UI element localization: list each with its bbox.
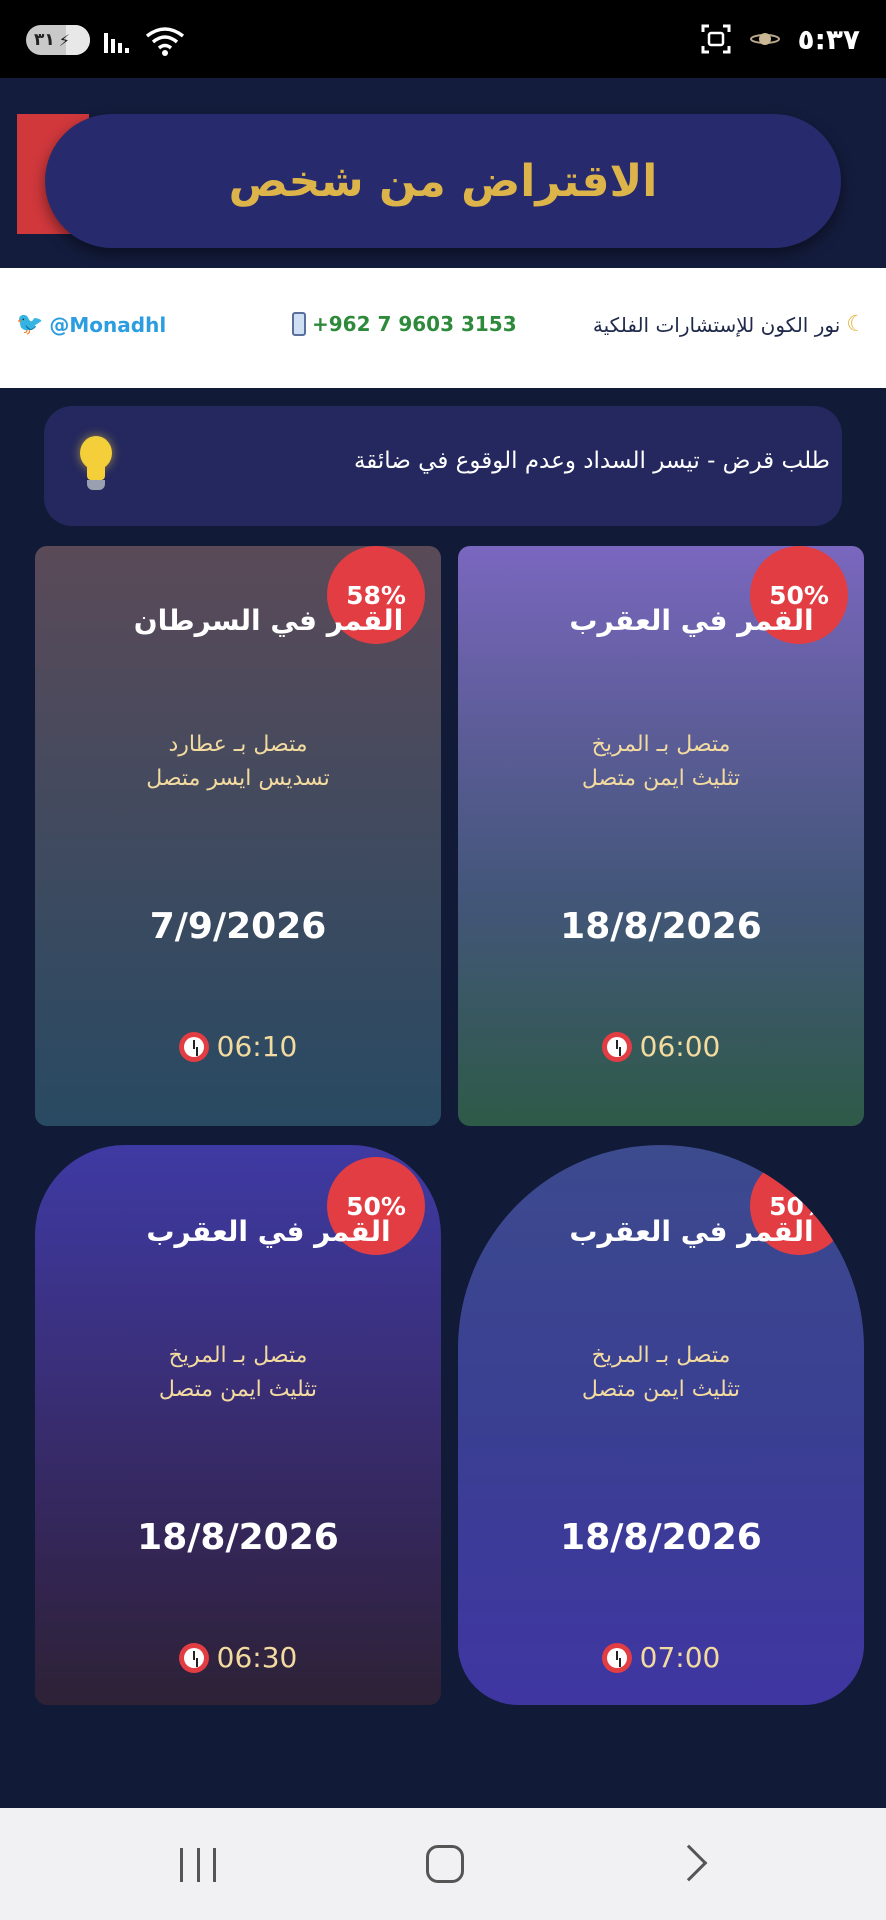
card-time-row: 07:00 [458,1641,864,1674]
brand-name: ☾ نور الكون للإستشارات الفلكية [593,312,866,337]
charging-bolt-icon: ⚡ [58,30,70,50]
timing-card[interactable]: 58% القمر في السرطان متصل بـ عطارد تسديس… [35,546,441,1126]
card-title: القمر في السرطان [133,604,404,637]
alarm-clock-icon [601,1031,632,1062]
card-title: القمر في العقرب [569,1215,814,1248]
status-left: ٣١ ⚡ [26,20,185,60]
lightbulb-icon [76,436,116,494]
notice-text: طلب قرض - تيسر السداد وعدم الوقوع في ضائ… [353,448,830,474]
card-aspect: متصل بـ المريخ تثليث ايمن متصل [35,1339,441,1407]
timing-card[interactable]: 50% القمر في العقرب متصل بـ المريخ تثليث… [458,546,864,1126]
title-banner: الاقتراض من شخص [45,114,841,248]
screenshot-icon [701,24,731,54]
aspect-line-1: متصل بـ المريخ [591,1343,731,1368]
status-right: ٥:٣٧ [700,16,860,62]
back-button[interactable] [670,1844,708,1882]
signal-icon [104,27,129,53]
aspect-line-1: متصل بـ المريخ [168,1343,308,1368]
aspect-line-2: تثليث ايمن متصل [158,1377,318,1402]
page-title: الاقتراض من شخص [228,155,658,207]
phone-number: +962 7 9603 3153 [312,312,517,336]
aspect-line-2: تسديس ايسر متصل [146,766,330,791]
alarm-clock-icon [178,1642,209,1673]
card-time: 07:00 [639,1641,721,1674]
planet-icon [749,33,780,45]
card-time: 06:30 [216,1641,298,1674]
alarm-clock-icon [601,1642,632,1673]
alarm-clock-icon [178,1031,209,1062]
card-time-row: 06:30 [35,1641,441,1674]
twitter-link[interactable]: 🐦 @Monadhl [16,312,166,337]
system-nav-bar [0,1808,886,1920]
timing-card[interactable]: 50% القمر في العقرب متصل بـ المريخ تثليث… [35,1145,441,1705]
twitter-handle: @Monadhl [49,312,167,337]
wifi-icon [145,27,185,56]
contact-bar: 🐦 @Monadhl +962 7 9603 3153 ☾ نور الكون … [0,268,886,388]
app-screen: ٣١ ⚡ ٥:٣٧ الاقتراض من شخص 🐦 @Monadhl +96… [0,0,886,1920]
twitter-bird-icon: 🐦 [16,312,44,337]
card-time-row: 06:00 [458,1030,864,1063]
aspect-line-1: متصل بـ عطارد [168,732,308,757]
battery-level: ٣١ [34,30,55,50]
card-date: 18/8/2026 [560,1517,762,1558]
card-time-row: 06:10 [35,1030,441,1063]
aspect-line-2: تثليث ايمن متصل [581,1377,741,1402]
aspect-line-1: متصل بـ المريخ [591,732,731,757]
card-aspect: متصل بـ عطارد تسديس ايسر متصل [35,728,441,796]
recents-button[interactable] [180,1848,216,1882]
aspect-line-2: تثليث ايمن متصل [581,766,741,791]
card-date: 7/9/2026 [149,906,327,947]
card-date: 18/8/2026 [560,906,762,947]
card-date: 18/8/2026 [137,1517,339,1558]
phone-icon [292,312,306,336]
status-bar: ٣١ ⚡ ٥:٣٧ [0,0,886,78]
brand-text: نور الكون للإستشارات الفلكية [592,312,841,337]
notice-banner: طلب قرض - تيسر السداد وعدم الوقوع في ضائ… [44,406,842,526]
card-time: 06:10 [216,1030,298,1063]
card-aspect: متصل بـ المريخ تثليث ايمن متصل [458,1339,864,1407]
status-time: ٥:٣٧ [797,22,860,56]
phone-link[interactable]: +962 7 9603 3153 [292,312,517,336]
battery-icon: ٣١ ⚡ [26,25,90,55]
moon-icon: ☾ [846,312,866,337]
card-aspect: متصل بـ المريخ تثليث ايمن متصل [458,728,864,796]
card-title: القمر في العقرب [146,1215,391,1248]
header: الاقتراض من شخص [0,78,886,268]
timing-card[interactable]: 50% القمر في العقرب متصل بـ المريخ تثليث… [458,1145,864,1705]
card-time: 06:00 [639,1030,721,1063]
card-title: القمر في العقرب [569,604,814,637]
home-button[interactable] [426,1845,464,1883]
